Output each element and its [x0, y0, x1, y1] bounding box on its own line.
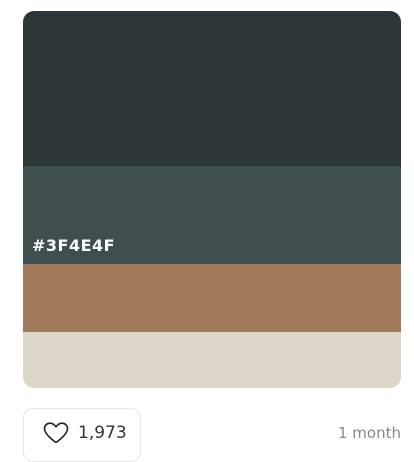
heart-icon — [43, 422, 69, 444]
palette-age: 1 month — [338, 424, 401, 442]
color-swatch-4[interactable] — [23, 332, 401, 388]
color-palette: #3F4E4F — [23, 11, 401, 388]
color-swatch-1[interactable] — [23, 11, 401, 166]
hex-code-label[interactable]: #3F4E4F — [23, 227, 125, 264]
like-count: 1,973 — [78, 423, 127, 443]
like-button[interactable]: 1,973 — [23, 408, 141, 462]
color-swatch-2[interactable]: #3F4E4F — [23, 166, 401, 264]
color-swatch-3[interactable] — [23, 264, 401, 332]
